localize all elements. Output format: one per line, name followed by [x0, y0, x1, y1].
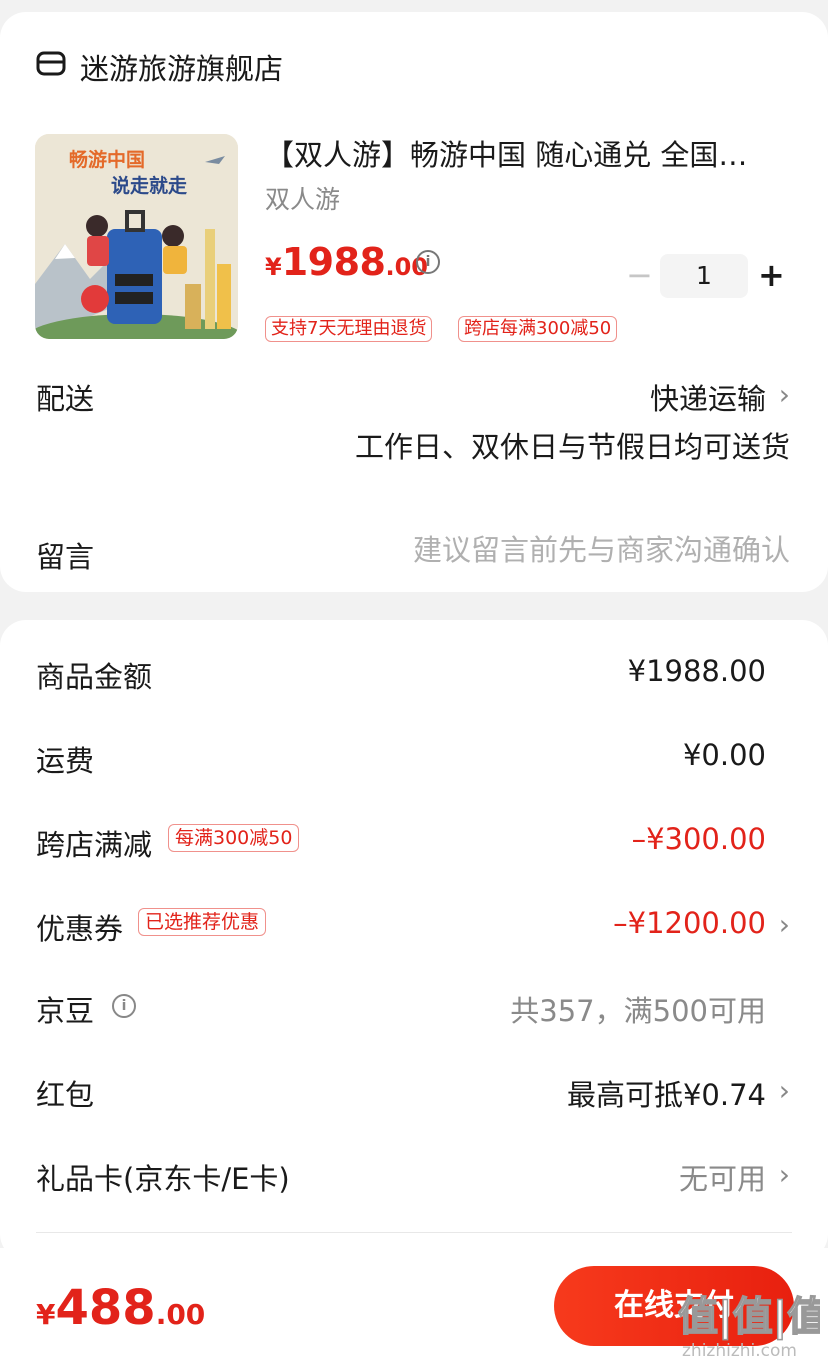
cross-store-discount: –¥300.00	[631, 822, 766, 856]
message-label: 留言	[36, 540, 95, 574]
total-integer: 488	[55, 1280, 156, 1336]
price-currency: ¥	[265, 253, 282, 281]
coupon-chevron-icon[interactable]: ›	[779, 908, 790, 941]
delivery-note: 工作日、双休日与节假日均可送货	[354, 430, 790, 464]
red-packet-label: 红包	[36, 1078, 95, 1112]
total-decimal: .00	[155, 1298, 206, 1331]
coupon-label: 优惠券	[36, 912, 124, 946]
product-image-text-1: 畅游中国	[69, 148, 145, 171]
price-summary-card: 商品金额 ¥1988.00 运费 ¥0.00 跨店满减 每满300减50 –¥3…	[0, 620, 828, 1260]
cross-store-label: 跨店满减	[36, 828, 153, 862]
jd-beans-label: 京豆	[36, 994, 95, 1028]
delivery-method[interactable]: 快递运输	[650, 376, 766, 418]
coupon-discount[interactable]: –¥1200.00	[613, 906, 766, 940]
total-currency: ¥	[36, 1298, 56, 1331]
goods-amount-value: ¥1988.00	[627, 654, 766, 688]
checkout-bar: ¥488.00 在线支付 值|值|值 zhizhizhi.com	[0, 1248, 828, 1368]
goods-amount-label: 商品金额	[36, 660, 153, 694]
cross-store-tag: 每满300减50	[168, 824, 300, 852]
quantity-input[interactable]: 1	[660, 254, 748, 298]
coupon-tag: 已选推荐优惠	[138, 908, 267, 936]
total-price: ¥488.00	[36, 1280, 205, 1336]
quantity-increase-button[interactable]: +	[758, 258, 785, 292]
site-watermark: 值|值|值 zhizhizhi.com	[677, 1282, 828, 1362]
watermark-url: zhizhizhi.com	[682, 1341, 797, 1361]
watermark-logo-text: 值|值|值	[678, 1294, 820, 1341]
gift-card-value[interactable]: 无可用	[679, 1156, 766, 1198]
promotion-tag: 跨店每满300减50	[458, 316, 618, 342]
product-spec: 双人游	[265, 185, 341, 214]
order-card: 迷游旅游旗舰店 畅游中国 说走就走 【双人游】畅游中国 随心通兑 全国… 双人游	[0, 12, 828, 592]
store-icon	[36, 48, 66, 78]
message-input[interactable]	[320, 530, 790, 570]
shipping-value: ¥0.00	[682, 738, 766, 772]
product-image[interactable]: 畅游中国 说走就走	[35, 134, 238, 339]
price-integer: 1988	[281, 240, 386, 284]
summary-divider	[36, 1232, 792, 1233]
product-price: ¥1988.00	[265, 240, 428, 284]
red-packet-value[interactable]: 最高可抵¥0.74	[567, 1072, 766, 1114]
shipping-label: 运费	[36, 744, 95, 778]
store-name[interactable]: 迷游旅游旗舰店	[80, 46, 283, 88]
product-image-text-2: 说走就走	[111, 174, 187, 197]
return-policy-tag: 支持7天无理由退货	[265, 316, 433, 342]
red-packet-chevron-icon[interactable]: ›	[779, 1074, 790, 1107]
jd-beans-value: 共357，满500可用	[510, 994, 766, 1028]
jd-beans-info-icon[interactable]: i	[112, 994, 136, 1018]
delivery-label: 配送	[36, 382, 95, 416]
quantity-decrease-button[interactable]: −	[626, 259, 653, 291]
gift-card-label: 礼品卡(京东卡/E卡)	[36, 1162, 290, 1196]
gift-card-chevron-icon[interactable]: ›	[779, 1158, 790, 1191]
product-title[interactable]: 【双人游】畅游中国 随心通兑 全国…	[265, 132, 790, 174]
delivery-chevron-icon[interactable]: ›	[779, 378, 790, 411]
price-info-icon[interactable]: i	[416, 250, 440, 274]
